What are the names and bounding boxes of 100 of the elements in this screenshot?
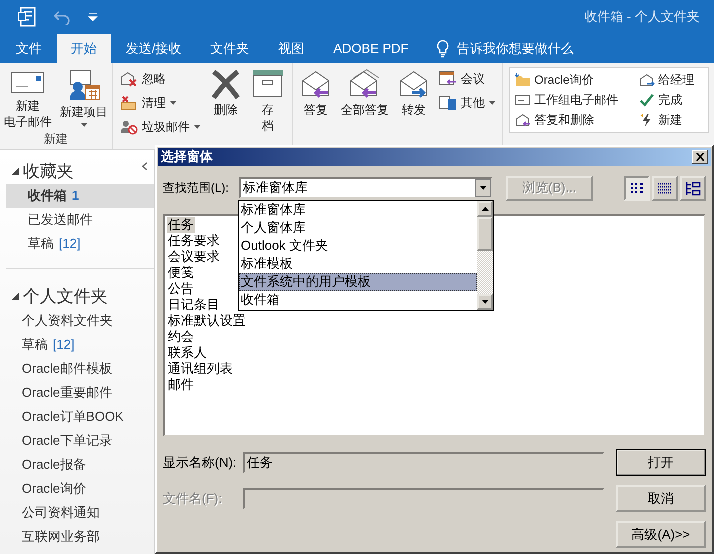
folder-item[interactable]: 已发送邮件 [6,208,154,232]
item-count: [12] [53,337,75,352]
ribbon-tab[interactable]: 发送/接收 [112,34,196,63]
ribbon-button[interactable]: 垃圾邮件 [117,115,204,139]
dropdown-option[interactable]: 文件系统中的用户模板 [239,273,477,291]
dropdown-option[interactable]: 收件箱 [239,291,477,309]
section-title[interactable]: 个人文件夹 [23,284,108,308]
dialog-title: 选择窗体 [161,148,213,166]
list-item[interactable]: 公告 [167,281,195,297]
scroll-thumb[interactable] [477,217,493,251]
folder-item[interactable]: Oracle重要邮件 [6,381,154,405]
scroll-up-button[interactable] [477,201,493,217]
ribbon-button[interactable]: 答复 [296,67,336,120]
field-label: 查找范围(L): [163,180,230,196]
list-view-icon [629,180,645,196]
dropdown-option[interactable]: 个人窗体库 [239,219,477,237]
folder-item[interactable]: Oracle邮件模板 [6,357,154,381]
folder-item[interactable]: 草稿 [12] [6,333,154,357]
folder-item[interactable]: 草稿 [12] [6,232,154,256]
lightbulb-icon [436,40,450,58]
section-title[interactable]: 收藏夹 [23,160,74,182]
cleanup-icon [120,95,138,111]
tree-view-icon [685,180,701,196]
delete-icon [210,69,242,99]
envelope-icon [514,93,530,107]
ribbon-tab[interactable]: ADOBE PDF [320,34,423,63]
ribbon-button[interactable]: 其他 [436,91,499,115]
list-item[interactable]: 日记条目 [167,297,221,313]
down-arrow-icon [482,300,488,304]
folder-icon [514,73,530,87]
ribbon-button[interactable]: 会议 [436,67,499,91]
text-field[interactable]: 任务 [243,452,606,474]
dialog-button[interactable]: 打开 [616,449,706,476]
field-label: 显示名称(N): [163,454,238,472]
list-item[interactable]: 会议要求 [167,249,221,265]
folder-item[interactable]: Oracle下单记录 [6,429,154,453]
list-item[interactable]: 联系人 [167,345,208,361]
search-field[interactable]: 告诉我你想要做什么 [454,40,599,57]
group-label: 新建 [44,133,68,145]
ribbon-button[interactable]: Oracle询价 [512,70,628,90]
archive-box-icon [252,69,284,99]
folder-item[interactable]: 互联网业务部 [6,525,154,549]
folder-item[interactable]: Oracle报备 [6,453,154,477]
ribbon-button[interactable]: 答复和删除 [512,110,628,130]
dropdown-option[interactable]: 标准窗体库 [239,201,477,219]
item-count: 1 [72,188,80,203]
ribbon-button[interactable]: 新建 [636,110,704,130]
ignore-icon [120,71,138,87]
person-calendar-icon [67,69,101,101]
folder-item[interactable]: Oracle询价 [6,477,154,501]
ribbon-tab[interactable]: 开始 [57,34,111,63]
view-button[interactable] [624,176,650,200]
ribbon-button[interactable]: 新建项目 [57,67,111,129]
ribbon-button[interactable]: 存 档 [248,67,288,136]
reply-all-icon [348,69,382,99]
list-item[interactable]: 便笺 [167,265,195,281]
ribbon-button[interactable]: 清理 [117,91,204,115]
dialog-button[interactable]: 取消 [616,485,706,512]
ribbon-button[interactable]: 给经理 [636,70,704,90]
junk-icon [120,119,138,135]
ribbon-tab[interactable]: 文件夹 [196,34,264,63]
ribbon-tab[interactable]: 视图 [264,34,319,63]
reply-icon [300,69,332,99]
folder-item[interactable]: 公司资料通知 [6,501,154,525]
close-icon [696,153,704,161]
look-in-dropdown[interactable]: 标准窗体库 [239,177,493,199]
app-icon [18,7,38,27]
customize-icon [88,13,98,21]
view-button[interactable] [680,176,706,200]
up-arrow-icon [482,207,488,211]
ribbon-button[interactable]: 转发 [394,67,434,120]
folder-item[interactable]: 个人资料文件夹 [6,309,154,333]
ribbon-button[interactable]: 忽略 [117,67,204,91]
more-icon [439,95,457,111]
ribbon-button[interactable]: 完成 [636,90,704,110]
list-item[interactable]: 约会 [167,329,195,345]
list-item[interactable]: 邮件 [167,377,195,393]
scroll-down-button[interactable] [477,294,493,310]
view-button[interactable] [652,176,678,200]
list-item[interactable]: 任务 [167,217,195,233]
dropdown-option[interactable]: 标准模板 [239,255,477,273]
dropdown-option[interactable]: Outlook 文件夹 [239,237,477,255]
list-item[interactable]: 通讯组列表 [167,361,234,377]
ribbon-button[interactable]: 工作组电子邮件 [512,90,628,110]
ribbon-button[interactable]: 删除 [206,67,246,120]
dialog-button[interactable]: 高级(A)>> [616,521,706,548]
ribbon-tab[interactable]: 文件 [2,34,56,63]
list-item[interactable]: 任务要求 [167,233,221,249]
details-view-icon [657,180,673,196]
ribbon-button[interactable]: 全部答复 [338,67,392,120]
ribbon-button[interactable]: 新建 电子邮件 [1,67,55,132]
list-item[interactable]: 标准默认设置 [167,313,247,329]
window-title: 收件箱 - 个人文件夹 [584,8,700,26]
folder-item[interactable]: 收件箱 1 [6,184,154,208]
folder-item[interactable]: Oracle订单BOOK [6,405,154,429]
collapse-chevron-icon [142,162,148,171]
forward-icon [398,69,430,99]
close-button[interactable] [692,150,708,164]
undo-icon [54,9,72,25]
reply-envelope-icon [514,113,530,127]
